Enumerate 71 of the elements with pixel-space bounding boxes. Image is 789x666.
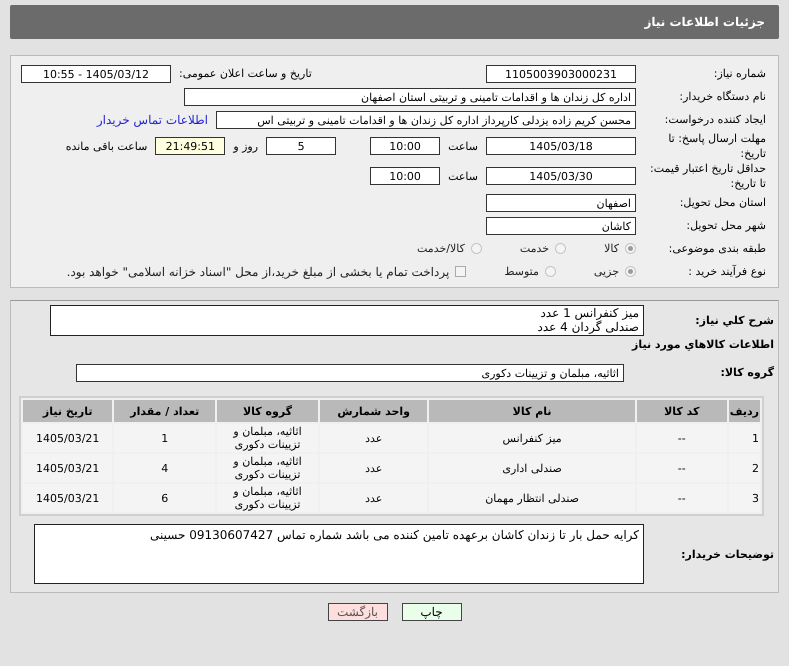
table-cell: 1405/03/21 (23, 454, 112, 482)
table-cell: 1 (728, 424, 760, 452)
table-cell: صندلی انتظار مهمان (429, 484, 635, 512)
remaining-time-field: 21:49:51 (155, 137, 226, 155)
days-label: روز و (233, 140, 258, 152)
column-header: واحد شمارش (320, 400, 428, 422)
remaining-label: ساعت باقی مانده (66, 140, 148, 152)
column-header: نام کالا (429, 400, 635, 422)
table-cell: عدد (320, 424, 428, 452)
category-radio[interactable]: کالا (604, 242, 636, 255)
treasury-checkbox[interactable]: پرداخت تمام یا بخشی از مبلغ خرید،از محل "اسناد خزانه اسلامی" خواهد بود. (66, 264, 466, 278)
deadline-time-field: 10:00 (370, 137, 440, 155)
validity-date-field: 1405/03/30 (486, 167, 636, 185)
field-label: ایجاد کننده درخواست: (664, 112, 766, 127)
description-field: میز کنفرانس 1 عدد صندلی گردان 4 عدد (50, 305, 644, 336)
table-cell: اثاثیه، مبلمان و تزیینات دکوری (217, 484, 318, 512)
buyer-org-field: اداره کل زندان ها و اقدامات تامینی و تربیتی استان اصفهان (184, 88, 636, 106)
page-title: جزئیات اطلاعات نیاز (644, 15, 765, 29)
requester-field: محسن کریم زاده یزدلی کارپرداز اداره کل زندان ها و اقدامات تامینی و تربیتی اس (216, 110, 636, 128)
table-cell: -- (636, 424, 727, 452)
print-button[interactable]: چاپ (402, 603, 462, 621)
category-radio[interactable]: کالا/خدمت (417, 242, 482, 255)
section-title: اطلاعات کالاهاي مورد نياز (630, 338, 774, 351)
field-label: مهلت ارسال پاسخ: تا تاریخ: (667, 131, 766, 161)
days-field: 5 (266, 137, 336, 155)
buyer-notes-field: کرایه حمل بار تا زندان کاشان برعهده تامین کننده می باشد شماره تماس 09130607427 حسینی (34, 524, 644, 584)
table-cell: 3 (728, 484, 760, 512)
field-label: شهر محل تحویل: (685, 218, 766, 233)
table-cell: 1405/03/21 (23, 484, 112, 512)
deadline-date-field: 1405/03/18 (486, 137, 636, 155)
column-header: تعداد / مقدار (114, 400, 216, 422)
field-label: شرح کلي نياز: (694, 313, 774, 328)
field-label: حداقل تاریخ اعتبار قیمت: تا تاریخ: (649, 161, 766, 191)
field-label: شماره نیاز: (712, 66, 766, 81)
column-header: تاریخ نیاز (23, 400, 112, 422)
table-cell: اثاثیه، مبلمان و تزیینات دکوری (217, 454, 318, 482)
table-cell: 6 (114, 484, 216, 512)
province-field: اصفهان (486, 194, 636, 212)
goods-group-field: اثاثیه، مبلمان و تزیینات دکوری (76, 364, 624, 382)
table-cell: اثاثیه، مبلمان و تزیینات دکوری (217, 424, 318, 452)
table-cell: 1 (114, 424, 216, 452)
field-label: تاریخ و ساعت اعلان عمومی: (179, 67, 312, 80)
purchase-type-radio[interactable]: جزیی (594, 265, 636, 278)
table-cell: عدد (320, 454, 428, 482)
column-header: کد کالا (636, 400, 727, 422)
field-label: توضیحات خریدار: (680, 546, 774, 562)
purchase-type-radio[interactable]: متوسط (504, 265, 556, 278)
announce-date-field: 1405/03/12 - 10:55 (21, 64, 171, 82)
field-label: نام دستگاه خریدار: (678, 89, 766, 104)
field-label: نوع فرآیند خرید : (687, 264, 766, 279)
field-label: طبقه بندی موضوعی: (668, 241, 766, 256)
table-cell: میز کنفرانس (429, 424, 635, 452)
time-label: ساعت (448, 140, 478, 152)
category-radio[interactable]: خدمت (520, 242, 566, 255)
table-cell: 1405/03/21 (23, 424, 112, 452)
city-field: کاشان (486, 216, 636, 234)
table-cell: -- (636, 454, 727, 482)
field-label: گروه کالا: (719, 365, 774, 380)
column-header: ردیف (728, 400, 760, 422)
field-label: استان محل تحویل: (678, 195, 766, 210)
column-header: گروه کالا (217, 400, 318, 422)
table-cell: صندلی اداری (429, 454, 635, 482)
buyer-contact-link[interactable]: اطلاعات تماس خریدار (96, 112, 208, 126)
table-cell: عدد (320, 484, 428, 512)
table-cell: 2 (728, 454, 760, 482)
time-label: ساعت (448, 170, 478, 182)
need-number-field: 1105003903000231 (486, 64, 636, 82)
back-button[interactable]: بازگشت (328, 603, 388, 621)
table-cell: -- (636, 484, 727, 512)
validity-time-field: 10:00 (370, 167, 440, 185)
table-cell: 4 (114, 454, 216, 482)
